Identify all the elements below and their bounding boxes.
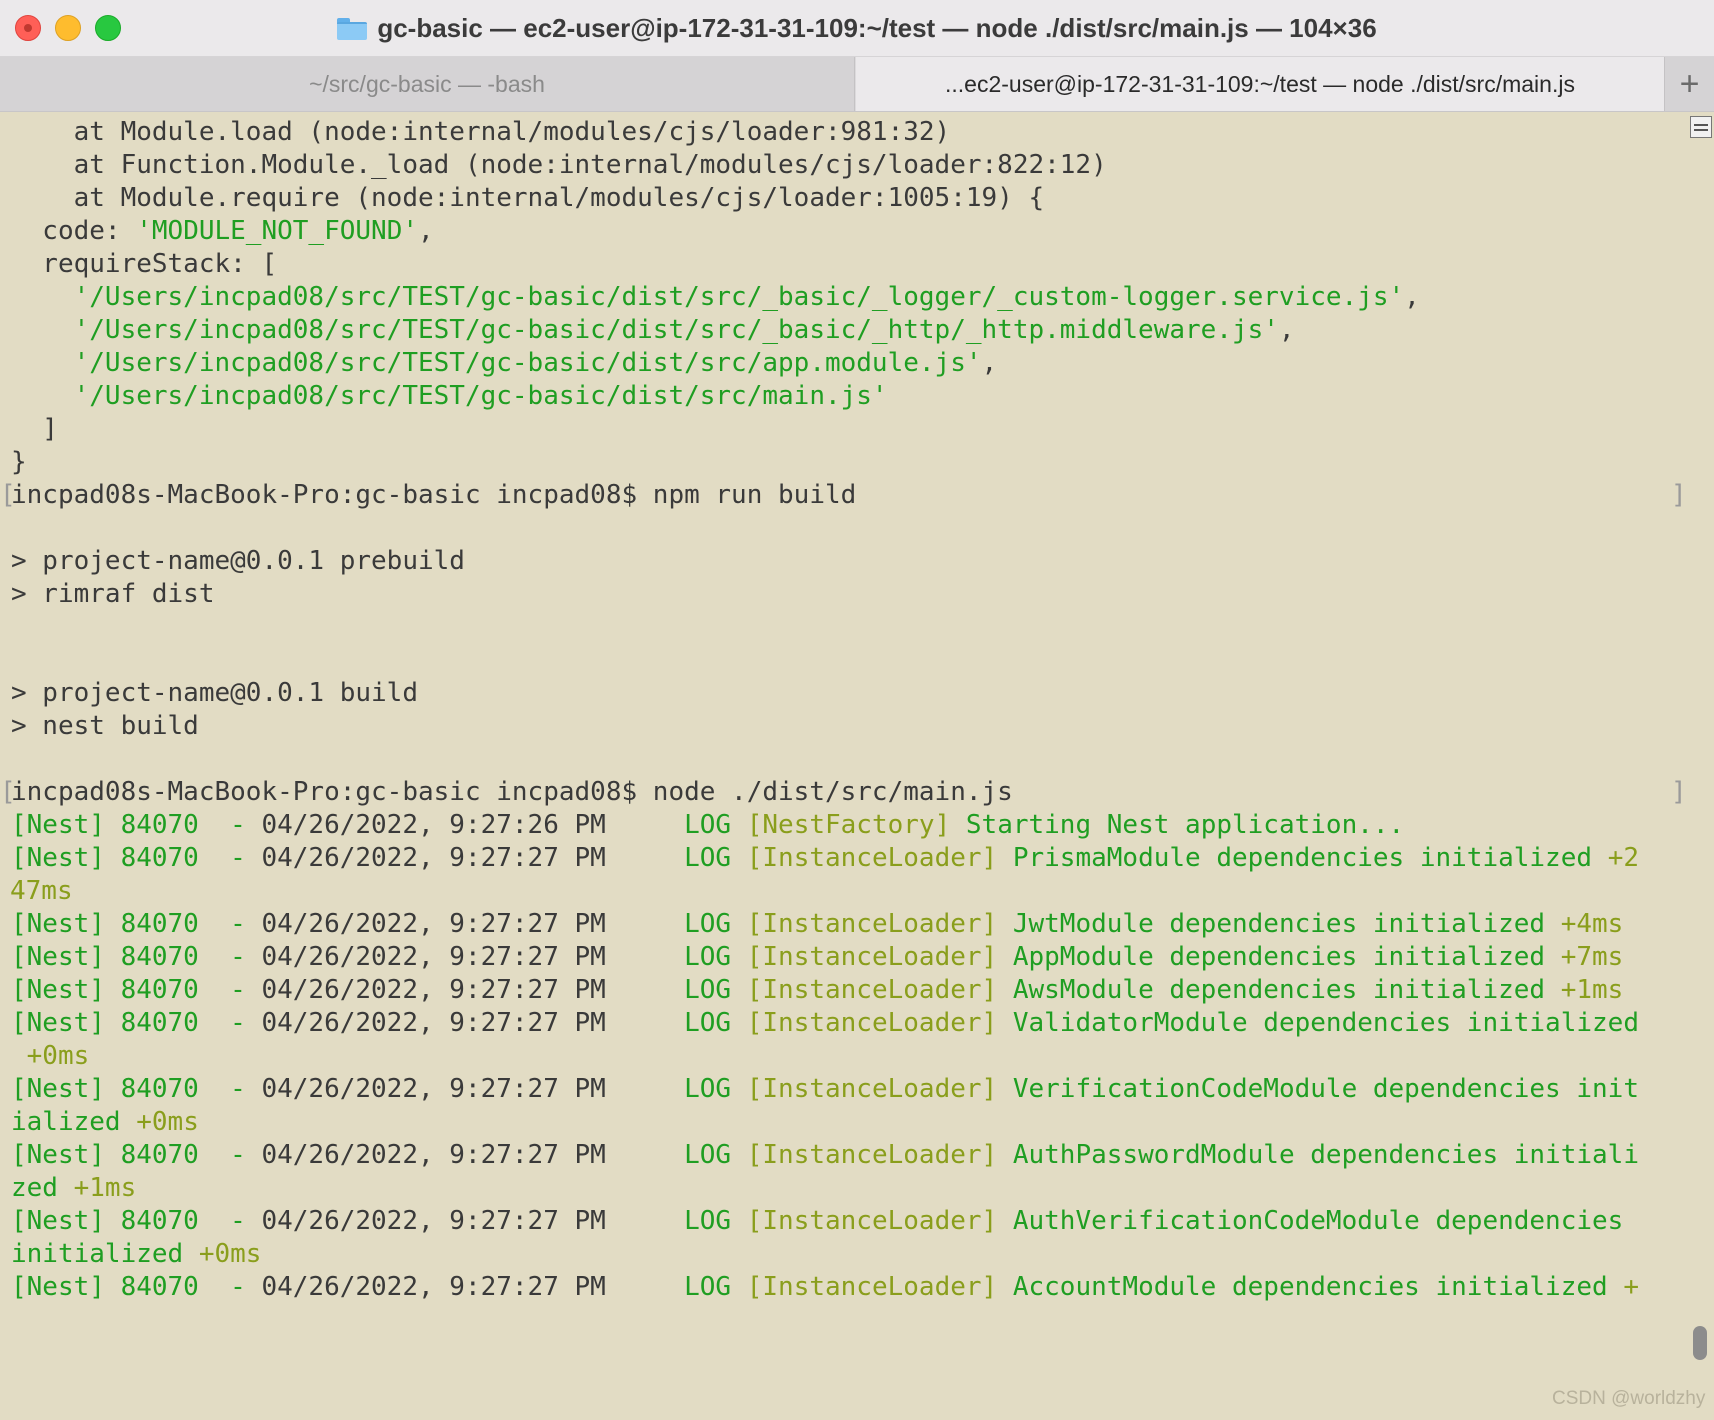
title-bar: gc-basic — ec2-user@ip-172-31-31-109:~/t… [0, 0, 1714, 57]
terminal-window: gc-basic — ec2-user@ip-172-31-31-109:~/t… [0, 0, 1714, 1420]
terminal-line: '/Users/incpad08/src/TEST/gc-basic/dist/… [11, 348, 998, 378]
terminal-line: > nest build [11, 711, 199, 741]
log-line: [Nest] 84070 - 04/26/2022, 9:27:27 PM LO… [11, 909, 1624, 939]
log-line-wrap: 47ms [10, 876, 73, 906]
scrollbar-thumb[interactable] [1693, 1326, 1707, 1360]
scrollbar[interactable] [1690, 112, 1714, 1420]
scroll-marks-icon[interactable] [1690, 116, 1712, 138]
folder-icon [337, 16, 368, 40]
log-line: [Nest] 84070 - 04/26/2022, 9:27:27 PM LO… [11, 1140, 1639, 1170]
terminal-line: code: 'MODULE_NOT_FOUND', [11, 216, 434, 246]
terminal-line: > rimraf dist [11, 579, 215, 609]
log-line-wrap: zed +1ms [11, 1173, 137, 1203]
log-line: [Nest] 84070 - 04/26/2022, 9:27:27 PM LO… [11, 1074, 1639, 1104]
watermark: CSDN @worldzhy [1552, 1388, 1706, 1409]
title-wrap: gc-basic — ec2-user@ip-172-31-31-109:~/t… [0, 0, 1714, 56]
tab-bash[interactable]: ~/src/gc-basic — -bash [0, 57, 855, 111]
log-line: [Nest] 84070 - 04/26/2022, 9:27:26 PM LO… [11, 810, 1405, 840]
terminal-line: at Function.Module._load (node:internal/… [11, 150, 1107, 180]
terminal-line: at Module.require (node:internal/modules… [11, 183, 1045, 213]
terminal-output[interactable]: at Module.load (node:internal/modules/cj… [0, 112, 1690, 1420]
log-line: [Nest] 84070 - 04/26/2022, 9:27:27 PM LO… [11, 1272, 1639, 1302]
log-line-wrap: initialized +0ms [11, 1239, 262, 1269]
log-line: [Nest] 84070 - 04/26/2022, 9:27:27 PM LO… [11, 1206, 1624, 1236]
terminal-line: '/Users/incpad08/src/TEST/gc-basic/dist/… [11, 315, 1295, 345]
new-tab-button[interactable]: + [1664, 57, 1714, 111]
prompt-bracket: ] [1671, 777, 1687, 807]
terminal-line: requireStack: [ [11, 249, 278, 279]
terminal-line: at Module.load (node:internal/modules/cj… [11, 117, 951, 147]
log-line-wrap: ialized +0ms [11, 1107, 199, 1137]
terminal-line: '/Users/incpad08/src/TEST/gc-basic/dist/… [11, 381, 888, 411]
terminal-line: } [11, 447, 27, 477]
prompt-line: incpad08s-MacBook-Pro:gc-basic incpad08$… [11, 480, 857, 510]
prompt-line: incpad08s-MacBook-Pro:gc-basic incpad08$… [11, 777, 1013, 807]
window-title: gc-basic — ec2-user@ip-172-31-31-109:~/t… [377, 12, 1377, 43]
log-line: [Nest] 84070 - 04/26/2022, 9:27:27 PM LO… [11, 975, 1624, 1005]
log-line: [Nest] 84070 - 04/26/2022, 9:27:27 PM LO… [11, 942, 1624, 972]
log-line-wrap: +0ms [11, 1041, 90, 1071]
tab-bar: ~/src/gc-basic — -bash ...ec2-user@ip-17… [0, 57, 1714, 112]
terminal-line: > project-name@0.0.1 build [11, 678, 418, 708]
terminal-line: > project-name@0.0.1 prebuild [11, 546, 465, 576]
log-line: [Nest] 84070 - 04/26/2022, 9:27:27 PM LO… [11, 843, 1639, 873]
log-line: [Nest] 84070 - 04/26/2022, 9:27:27 PM LO… [11, 1008, 1639, 1038]
terminal-line: '/Users/incpad08/src/TEST/gc-basic/dist/… [11, 282, 1420, 312]
terminal-line: ] [11, 414, 58, 444]
prompt-bracket: ] [1671, 480, 1687, 510]
tab-node-main[interactable]: ...ec2-user@ip-172-31-31-109:~/test — no… [856, 57, 1664, 111]
